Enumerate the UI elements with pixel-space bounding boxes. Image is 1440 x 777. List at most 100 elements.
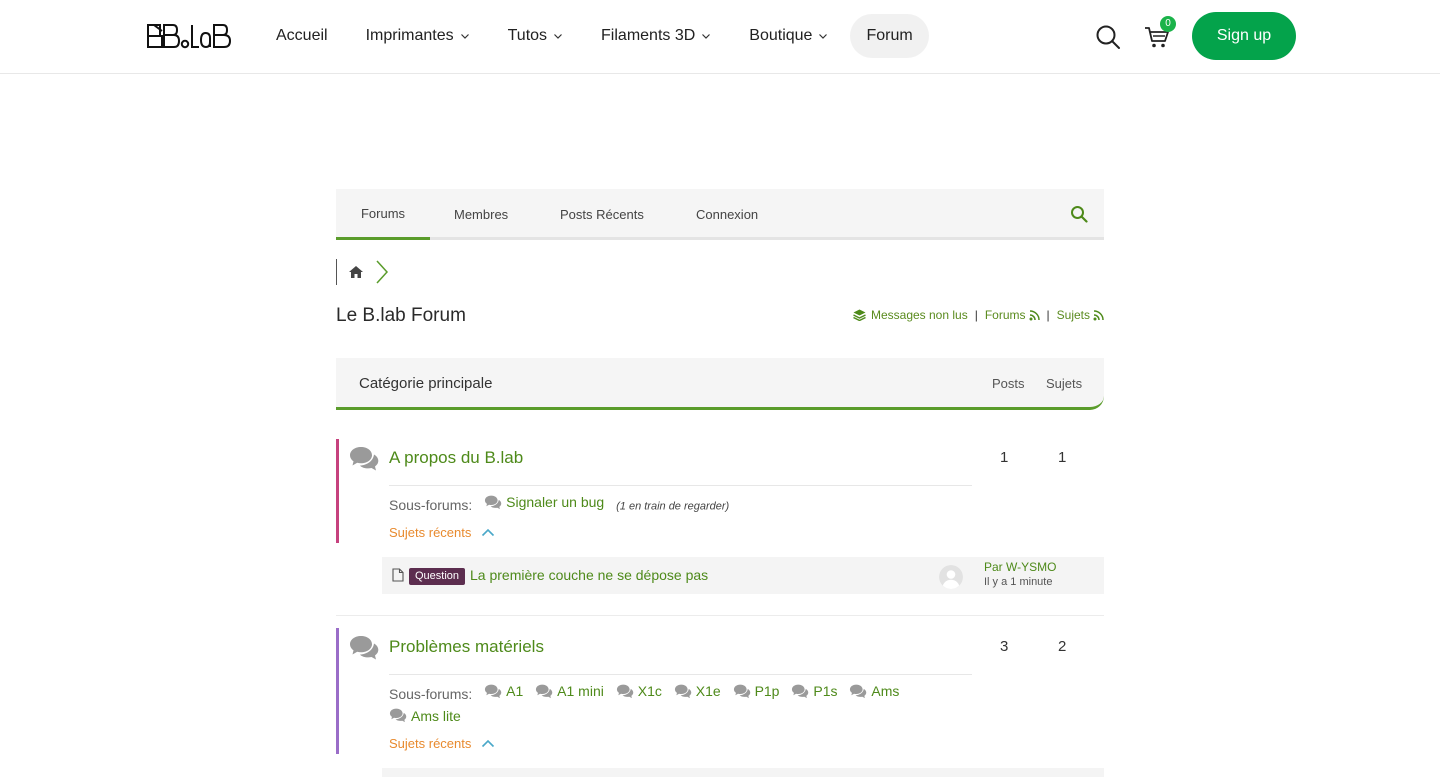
subforums-list: Sous-forums: A1 A1 mini X1c X1e P1p P1s … bbox=[389, 680, 989, 729]
category-header: Catégorie principale Posts Sujets bbox=[336, 358, 1104, 410]
subforum-label: Ams bbox=[871, 683, 900, 699]
forum-color-stripe bbox=[336, 439, 339, 543]
forum-title[interactable]: A propos du B.lab bbox=[389, 448, 523, 468]
topic-author[interactable]: Par W-YSMO bbox=[984, 560, 1056, 574]
subforum-signaler-un-bug[interactable]: Signaler un bug bbox=[484, 491, 604, 513]
tab-posts-recents[interactable]: Posts Récents bbox=[560, 189, 644, 240]
nav-label: Forum bbox=[866, 27, 913, 44]
forum-top-links: Messages non lus | Forums | Sujets bbox=[853, 308, 1104, 322]
forum-menu: Forums Membres Posts Récents Connexion bbox=[336, 189, 1104, 240]
nav-item-boutique[interactable]: Boutique bbox=[733, 14, 844, 58]
comments-icon bbox=[733, 684, 750, 698]
subforum-label: X1c bbox=[637, 683, 662, 699]
main-nav: Accueil Imprimantes Tutos Filaments 3D B… bbox=[260, 14, 935, 58]
comments-icon bbox=[536, 684, 553, 698]
recent-topics-toggle[interactable]: Sujets récents bbox=[389, 736, 495, 751]
layers-icon bbox=[853, 309, 866, 321]
nav-item-forum[interactable]: Forum bbox=[850, 14, 929, 58]
forum-color-stripe bbox=[336, 628, 339, 754]
divider bbox=[389, 485, 972, 486]
blab-logo[interactable] bbox=[146, 22, 232, 50]
comments-icon bbox=[616, 684, 633, 698]
recent-topics-toggle[interactable]: Sujets récents bbox=[389, 525, 495, 540]
subforums-list: Sous-forums: Signaler un bug (1 en train… bbox=[389, 491, 989, 518]
viewers-note: (1 en train de regarder) bbox=[616, 500, 730, 513]
divider bbox=[336, 615, 1104, 616]
category-title: Catégorie principale bbox=[359, 375, 493, 392]
subforum-label: A1 mini bbox=[557, 683, 604, 699]
divider bbox=[389, 674, 972, 675]
nav-item-tutos[interactable]: Tutos bbox=[492, 14, 579, 58]
search-icon[interactable] bbox=[1095, 24, 1121, 50]
subforum-label: Ams lite bbox=[411, 707, 461, 724]
forums-rss-label: Forums bbox=[984, 308, 1026, 322]
unread-messages-link[interactable]: Messages non lus bbox=[853, 308, 968, 322]
recent-topic-row bbox=[382, 768, 1104, 777]
nav-label: Filaments 3D bbox=[601, 27, 696, 44]
forums-rss-link[interactable]: Forums bbox=[985, 308, 1040, 322]
subforum-p1s[interactable]: P1s bbox=[791, 680, 838, 702]
topics-rss-label: Sujets bbox=[1056, 308, 1090, 322]
comments-icon bbox=[485, 684, 502, 698]
cart-count-badge: 0 bbox=[1160, 16, 1176, 32]
site-header: Accueil Imprimantes Tutos Filaments 3D B… bbox=[0, 0, 1440, 74]
nav-item-filaments[interactable]: Filaments 3D bbox=[585, 14, 727, 58]
chevron-up-icon bbox=[482, 528, 495, 537]
subforum-p1p[interactable]: P1p bbox=[733, 680, 780, 702]
comments-icon bbox=[350, 447, 379, 471]
column-posts-header: Posts bbox=[992, 376, 1025, 391]
breadcrumb-home[interactable] bbox=[336, 259, 374, 285]
subforum-ams[interactable]: Ams bbox=[849, 680, 899, 702]
topics-rss-link[interactable]: Sujets bbox=[1057, 308, 1104, 322]
recent-topic-row: Question La première couche ne se dépose… bbox=[382, 557, 1104, 594]
recent-topics-label: Sujets récents bbox=[389, 525, 472, 540]
comments-icon bbox=[350, 636, 379, 660]
nav-item-imprimantes[interactable]: Imprimantes bbox=[350, 14, 486, 58]
chevron-down-icon bbox=[554, 34, 562, 39]
home-icon bbox=[348, 266, 363, 278]
breadcrumb bbox=[336, 259, 390, 285]
avatar[interactable] bbox=[939, 565, 963, 589]
chevron-down-icon bbox=[702, 34, 711, 39]
forum-title[interactable]: Problèmes matériels bbox=[389, 637, 544, 657]
column-topics-header: Sujets bbox=[1046, 376, 1083, 391]
signup-button[interactable]: Sign up bbox=[1192, 12, 1296, 60]
subforum-label: A1 bbox=[506, 683, 524, 699]
chevron-right-icon bbox=[376, 260, 389, 284]
subforum-label: P1p bbox=[754, 683, 780, 699]
subforum-x1c[interactable]: X1c bbox=[616, 680, 662, 702]
tab-forums[interactable]: Forums bbox=[336, 189, 430, 240]
chevron-up-icon bbox=[482, 739, 495, 748]
nav-item-accueil[interactable]: Accueil bbox=[260, 14, 344, 58]
subforums-label: Sous-forums: bbox=[389, 685, 473, 702]
subforum-a1-mini[interactable]: A1 mini bbox=[535, 680, 604, 702]
tab-membres[interactable]: Membres bbox=[454, 189, 508, 240]
subforums-label: Sous-forums: bbox=[389, 496, 473, 513]
tab-connexion[interactable]: Connexion bbox=[696, 189, 758, 240]
forum-posts-count: 1 bbox=[1000, 449, 1009, 466]
recent-topic-title[interactable]: La première couche ne se dépose pas bbox=[470, 567, 708, 583]
search-icon[interactable] bbox=[1070, 205, 1088, 223]
rss-icon bbox=[1093, 309, 1104, 320]
forum-a-propos: A propos du B.lab 1 1 Sous-forums: Signa… bbox=[336, 439, 1104, 599]
subforum-label: X1e bbox=[695, 683, 721, 699]
topic-type-badge: Question bbox=[409, 568, 466, 585]
nav-label: Boutique bbox=[749, 27, 813, 44]
unread-messages-label: Messages non lus bbox=[870, 308, 968, 322]
topic-timestamp: Il y a 1 minute bbox=[984, 576, 1053, 588]
separator: | bbox=[974, 308, 978, 322]
nav-label: Accueil bbox=[276, 27, 328, 44]
comments-icon bbox=[850, 684, 867, 698]
subforum-x1e[interactable]: X1e bbox=[674, 680, 721, 702]
nav-label: Tutos bbox=[507, 27, 548, 44]
comments-icon bbox=[485, 495, 502, 509]
recent-topics-label: Sujets récents bbox=[389, 736, 472, 751]
subforum-a1[interactable]: A1 bbox=[484, 680, 523, 702]
forum-topics-count: 2 bbox=[1058, 638, 1067, 655]
comments-icon bbox=[792, 684, 809, 698]
document-icon bbox=[392, 568, 404, 582]
subforum-ams-lite[interactable]: Ams lite bbox=[389, 705, 461, 727]
rss-icon bbox=[1029, 309, 1040, 320]
comments-icon bbox=[674, 684, 691, 698]
subforum-label: P1s bbox=[813, 683, 838, 699]
